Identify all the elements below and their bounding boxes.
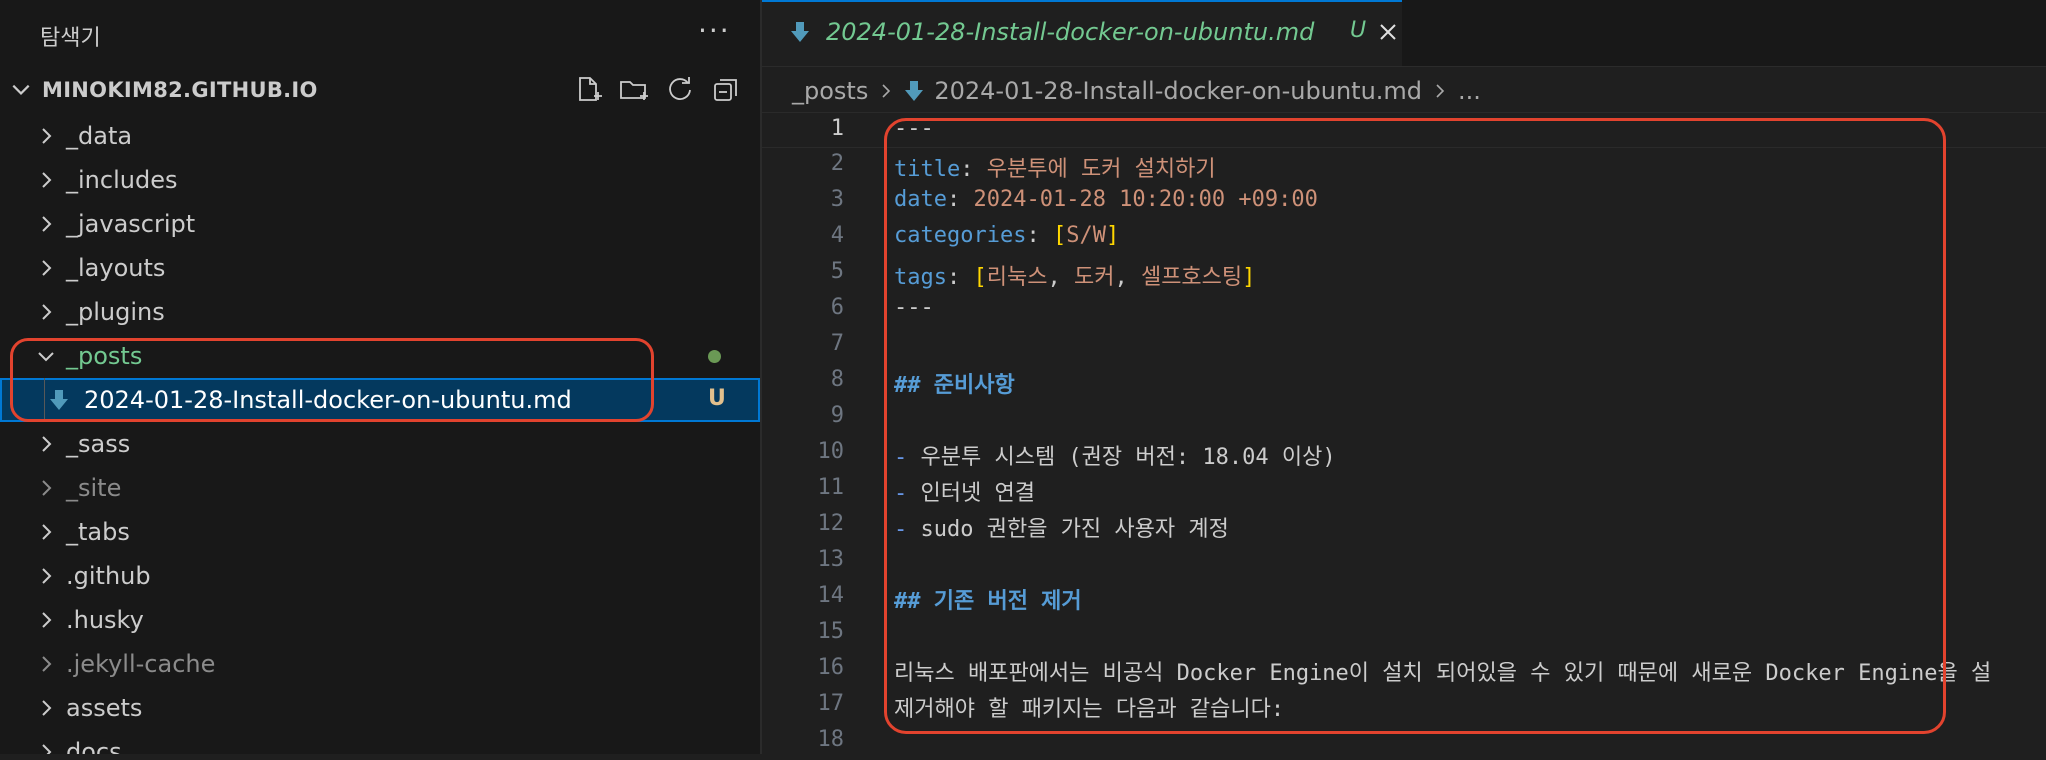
line-number: 12	[817, 511, 845, 536]
new-file-icon[interactable]	[572, 74, 604, 106]
tree-folder-tabs[interactable]: _tabs	[0, 510, 760, 554]
tree-item-label: assets	[66, 694, 143, 722]
line-number: 3	[830, 187, 844, 212]
project-name: MINOKIM82.GITHUB.IO	[42, 78, 318, 102]
line-number: 11	[817, 475, 845, 500]
tree-folder-assets[interactable]: assets	[0, 686, 760, 730]
line-number: 17	[817, 691, 845, 716]
file-tree: _data _includes _javascript _layouts _pl…	[0, 114, 760, 754]
highlight-annotation	[884, 118, 1946, 734]
line-number: 5	[830, 259, 844, 284]
project-folder-header[interactable]: MINOKIM82.GITHUB.IO	[0, 70, 760, 110]
chevron-right-icon	[42, 216, 52, 232]
chevron-right-icon	[42, 128, 52, 144]
tree-item-label: _data	[66, 122, 133, 150]
tree-item-label: _layouts	[66, 254, 166, 282]
tree-item-label: _javascript	[66, 210, 196, 238]
more-actions-icon[interactable]: ···	[698, 14, 731, 47]
tree-folder-site[interactable]: _site	[0, 466, 760, 510]
tree-item-label: docs	[66, 738, 122, 754]
breadcrumb-folder[interactable]: _posts	[792, 77, 868, 105]
line-number: 2	[830, 151, 844, 176]
chevron-right-icon	[42, 524, 52, 540]
highlight-annotation	[10, 338, 654, 422]
tree-folder-plugins[interactable]: _plugins	[0, 290, 760, 334]
chevron-right-icon	[1436, 84, 1445, 98]
tree-item-label: .husky	[66, 606, 144, 634]
chevron-right-icon	[42, 612, 52, 628]
breadcrumb: _posts 2024-01-28-Install-docker-on-ubun…	[792, 74, 1481, 108]
tree-folder-github[interactable]: .github	[0, 554, 760, 598]
chevron-right-icon	[42, 744, 52, 754]
explorer-sidebar: 탐색기 ··· MINOKIM82.GITHUB.IO _data _inclu…	[0, 0, 762, 754]
tree-folder-javascript[interactable]: _javascript	[0, 202, 760, 246]
breadcrumb-file[interactable]: 2024-01-28-Install-docker-on-ubuntu.md	[934, 77, 1422, 105]
line-number: 14	[817, 583, 845, 608]
tree-folder-sass[interactable]: _sass	[0, 422, 760, 466]
chevron-right-icon	[42, 436, 52, 452]
tab-status-badge: U	[1350, 18, 1367, 43]
explorer-header: 탐색기 ···	[0, 0, 760, 66]
tree-item-label: _includes	[66, 166, 178, 194]
chevron-right-icon	[42, 480, 52, 496]
modified-dot-icon	[708, 350, 721, 363]
line-number: 18	[817, 727, 845, 752]
markdown-file-icon	[791, 22, 809, 42]
tree-folder-jekyll-cache[interactable]: .jekyll-cache	[0, 642, 760, 686]
close-icon[interactable]	[1374, 18, 1402, 46]
tree-item-label: _plugins	[66, 298, 165, 326]
untracked-badge: U	[708, 386, 726, 411]
tab-active-file[interactable]: 2024-01-28-Install-docker-on-ubuntu.md U	[762, 0, 1402, 66]
tree-folder-layouts[interactable]: _layouts	[0, 246, 760, 290]
refresh-icon[interactable]	[664, 74, 696, 106]
line-number: 4	[830, 223, 844, 248]
line-number: 6	[830, 295, 844, 320]
editor-area: 2024-01-28-Install-docker-on-ubuntu.md U…	[762, 0, 2046, 754]
chevron-right-icon	[42, 656, 52, 672]
line-number: 1	[830, 116, 844, 141]
markdown-file-icon	[905, 81, 924, 101]
chevron-right-icon	[42, 260, 52, 276]
breadcrumb-symbol[interactable]: ...	[1458, 77, 1481, 105]
chevron-right-icon	[42, 172, 52, 188]
tree-item-label: .github	[66, 562, 151, 590]
tree-folder-data[interactable]: _data	[0, 114, 760, 158]
chevron-right-icon	[42, 304, 52, 320]
collapse-all-icon[interactable]	[710, 74, 742, 106]
tree-folder-includes[interactable]: _includes	[0, 158, 760, 202]
explorer-title: 탐색기	[40, 26, 101, 51]
tab-bar: 2024-01-28-Install-docker-on-ubuntu.md U	[762, 0, 2046, 67]
tree-item-label: .jekyll-cache	[66, 650, 216, 678]
line-number: 16	[817, 655, 845, 680]
chevron-right-icon	[882, 84, 891, 98]
chevron-down-icon	[12, 84, 30, 95]
line-number: 8	[830, 367, 844, 392]
line-number: 7	[830, 331, 844, 356]
new-folder-icon[interactable]	[618, 74, 650, 106]
chevron-right-icon	[42, 568, 52, 584]
line-number: 13	[817, 547, 845, 572]
tree-folder-husky[interactable]: .husky	[0, 598, 760, 642]
tree-item-label: _site	[66, 474, 122, 502]
tree-item-label: _sass	[66, 430, 131, 458]
tree-folder-docs[interactable]: docs	[0, 730, 760, 754]
line-number: 15	[817, 619, 845, 644]
line-number: 9	[830, 403, 844, 428]
chevron-right-icon	[42, 700, 52, 716]
tab-label: 2024-01-28-Install-docker-on-ubuntu.md	[826, 18, 1315, 46]
tree-item-label: _tabs	[66, 518, 130, 546]
line-number: 10	[817, 439, 845, 464]
